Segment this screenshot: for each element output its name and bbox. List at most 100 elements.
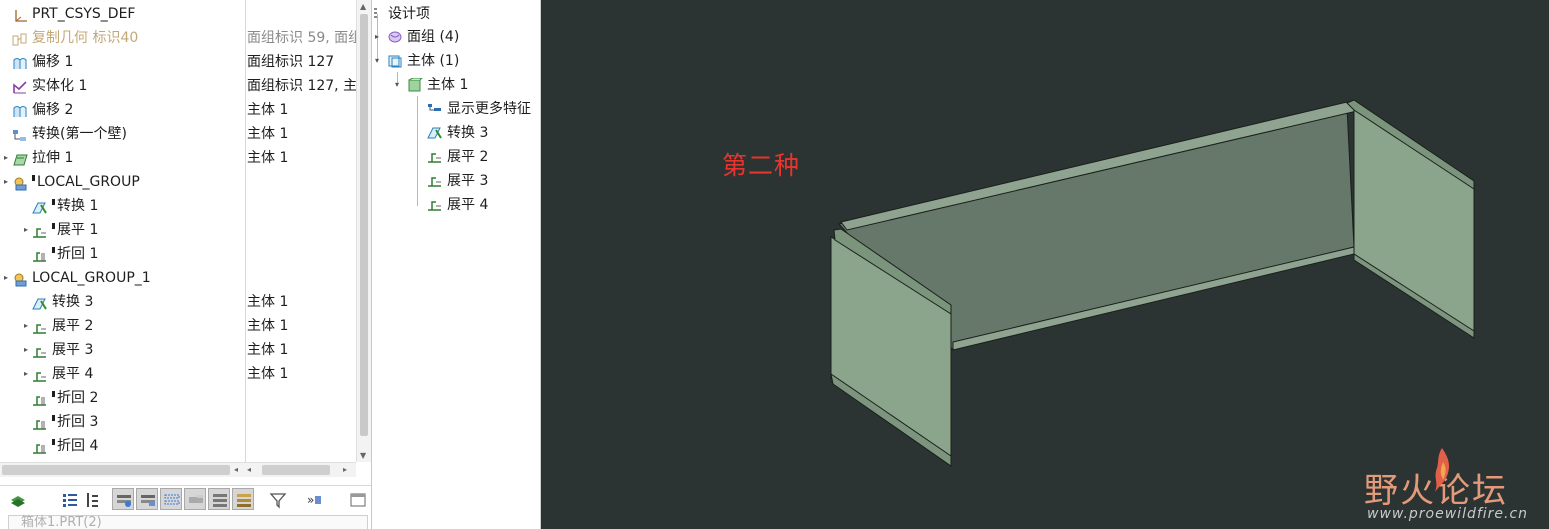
unbend-icon <box>32 319 48 334</box>
model-tree-row[interactable]: 折回 2 <box>0 386 356 410</box>
watermark-url: www.proewildfire.cn <box>1367 506 1529 522</box>
graphics-viewport[interactable]: 第二种 野火论坛 www.proewildfire.cn <box>541 0 1549 529</box>
tree-filter-icon[interactable] <box>80 488 102 510</box>
model-tree-row-label: 转换 1 <box>57 198 99 214</box>
expand-icon[interactable]: ▸ <box>21 338 31 362</box>
model-tree-row-name: 复制几何 标识40 <box>32 26 138 50</box>
model-tree-row[interactable]: ▸ 拉伸 1 主体 1 <box>0 146 356 170</box>
scroll-down-icon[interactable]: ▼ <box>360 451 366 460</box>
model-tree-row-name: 展平 2 <box>52 314 93 338</box>
convert-feature-icon <box>427 127 442 139</box>
model-tree-row[interactable]: 折回 4 <box>0 434 356 458</box>
unbend-icon <box>428 153 441 163</box>
window-icon[interactable] <box>346 488 368 510</box>
scroll-left-icon[interactable]: ◂ <box>234 463 238 477</box>
design-item-body-label: 主体 1 <box>427 77 469 93</box>
show-stack-icon[interactable] <box>232 488 254 510</box>
scroll-left-icon-2[interactable]: ◂ <box>247 463 251 477</box>
design-item-unbend4-label: 展平 4 <box>447 197 489 213</box>
quilt-icon <box>388 31 402 43</box>
unbend-icon <box>428 177 441 187</box>
model-tree-row[interactable]: ▸ 展平 4 主体 1 <box>0 362 356 386</box>
model-tree-row[interactable]: 折回 3 <box>0 410 356 434</box>
scroll-right-icon[interactable]: ▸ <box>343 463 347 477</box>
model-tree-row-name: 折回 2 <box>52 386 98 410</box>
model-tree-row-name: 展平 3 <box>52 338 93 362</box>
collapse-icon[interactable]: ▾ <box>395 73 399 97</box>
model-tree-row-label: PRT_CSYS_DEF <box>32 6 136 22</box>
convert-feature-icon <box>32 295 48 310</box>
model-tree-row-name: LOCAL_GROUP <box>32 170 140 194</box>
model-tree-row-name: 折回 4 <box>52 434 98 458</box>
body-icon <box>408 78 423 92</box>
model-tree-row[interactable]: 折回 1 <box>0 242 356 266</box>
convert-feature-icon <box>32 199 48 214</box>
model-tree-row-label: 展平 3 <box>52 342 94 358</box>
tree-columns-icon[interactable] <box>58 488 80 510</box>
scrollbar-track-left[interactable] <box>2 465 230 475</box>
modified-marker <box>52 199 55 205</box>
model-tree-row[interactable]: ▸ LOCAL_GROUP <box>0 170 356 194</box>
model-tree-row[interactable]: ▸ LOCAL_GROUP_1 <box>0 266 356 290</box>
model-tree-row[interactable]: 转换 1 <box>0 194 356 218</box>
model-tree-row[interactable]: 实体化 1 面组标识 127, 主 <box>0 74 357 98</box>
model-tree-row[interactable]: 复制几何 标识40 面组标识 59, 面组 <box>0 26 357 50</box>
sheetmetal-part-model[interactable] <box>541 0 1549 529</box>
expand-icon[interactable]: ▸ <box>21 314 31 338</box>
model-tree-row-name: 展平 1 <box>52 218 98 242</box>
expand-icon[interactable]: ▸ <box>21 218 31 242</box>
show-hidden-icon[interactable] <box>136 488 158 510</box>
bend-back-icon <box>32 247 48 262</box>
model-tree-panel: PRT_CSYS_DEF 复制几何 标识40 面组标识 59, 面组 偏移 1 面组标识… <box>0 0 372 529</box>
modified-marker <box>52 415 55 421</box>
scrollbar-thumb-horizontal[interactable] <box>262 465 330 475</box>
design-items-panel: 设计项 ▸ 面组 (4) ▾ 主体 (1) ▾ 主体 1 显示更多特征 转换 3… <box>373 0 541 529</box>
model-tree-row-name: 转换(第一个壁) <box>32 122 127 146</box>
model-tree-row-name: 折回 1 <box>52 242 98 266</box>
model-tree-row-name: 展平 4 <box>52 362 93 386</box>
show-more-icon <box>428 104 441 111</box>
layers-icon[interactable] <box>6 488 28 510</box>
list-icon <box>374 8 377 18</box>
model-tree-row[interactable]: 转换 3 主体 1 <box>0 290 356 314</box>
tree-vertical-scrollbar[interactable]: ▲ ▼ <box>356 0 371 462</box>
modified-marker <box>52 391 55 397</box>
model-tree-row-label: 折回 4 <box>57 438 99 454</box>
annotation-label: 第二种 <box>722 151 801 180</box>
collapse-icon[interactable]: ▾ <box>375 49 379 73</box>
show-placeholder-icon[interactable] <box>184 488 206 510</box>
model-tree-row-label: 折回 2 <box>57 390 99 406</box>
offset-icon <box>12 55 28 69</box>
model-tree-row[interactable]: PRT_CSYS_DEF <box>0 2 356 26</box>
model-tree-row-name: 实体化 1 <box>32 74 87 98</box>
expand-icon[interactable]: ▸ <box>1 170 11 194</box>
unbend-icon <box>32 367 48 382</box>
tree-horizontal-scrollbar[interactable]: ◂ ◂ ▸ <box>0 462 356 477</box>
model-tree-row[interactable]: ▸ 展平 1 <box>0 218 356 242</box>
more-icon[interactable]: » <box>302 488 324 510</box>
column-divider[interactable] <box>245 0 246 462</box>
flame-logo-icon <box>1435 448 1450 492</box>
filter-icon[interactable] <box>266 488 288 510</box>
model-tree-row[interactable]: 偏移 1 面组标识 127 <box>0 50 356 74</box>
show-suppressed-icon[interactable] <box>160 488 182 510</box>
model-tree-row-name: 偏移 1 <box>32 50 73 74</box>
model-tree-row-column-value: 面组标识 127 <box>247 54 335 70</box>
model-tree-row-column-value: 主体 1 <box>247 318 289 334</box>
scroll-up-icon[interactable]: ▲ <box>360 2 366 11</box>
group-icon <box>12 175 28 191</box>
show-all-icon[interactable] <box>112 488 134 510</box>
unbend-icon <box>32 223 48 238</box>
expand-icon[interactable]: ▸ <box>375 25 379 49</box>
expand-icon[interactable]: ▸ <box>1 266 11 290</box>
expand-icon[interactable]: ▸ <box>1 146 11 170</box>
model-tree-row-label: 展平 4 <box>52 366 94 382</box>
model-tree-row[interactable]: ▸ 展平 3 主体 1 <box>0 338 356 362</box>
expand-icon[interactable]: ▸ <box>21 362 31 386</box>
scrollbar-thumb[interactable] <box>360 14 368 436</box>
model-tree-row-column-value: 主体 1 <box>247 294 289 310</box>
show-body-icon[interactable] <box>208 488 230 510</box>
model-tree-row[interactable]: 偏移 2 主体 1 <box>0 98 356 122</box>
model-tree-row[interactable]: 转换(第一个壁) 主体 1 <box>0 122 356 146</box>
model-tree-row[interactable]: ▸ 展平 2 主体 1 <box>0 314 356 338</box>
